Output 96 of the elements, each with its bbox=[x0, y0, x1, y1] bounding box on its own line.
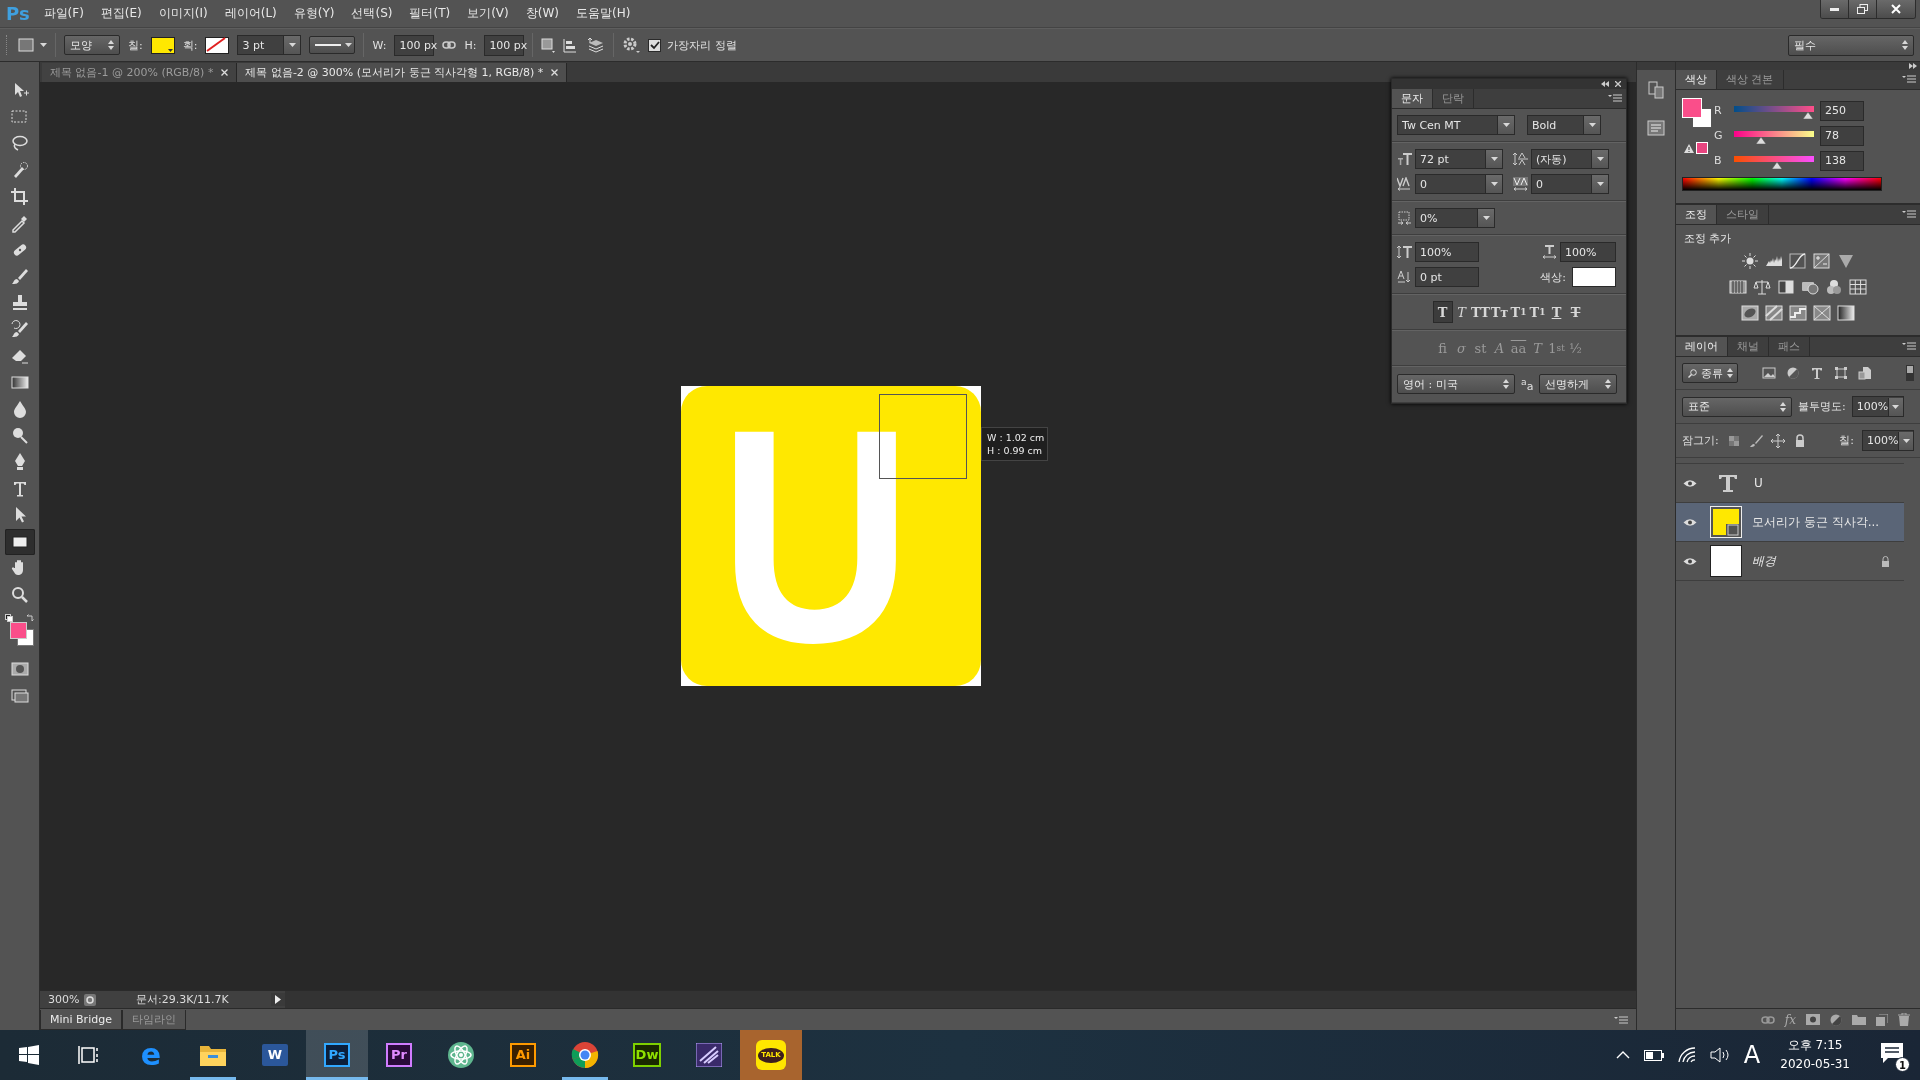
opacity-field[interactable]: 100% bbox=[1851, 396, 1904, 417]
edge-icon: e bbox=[140, 1040, 162, 1070]
zoom-field[interactable]: 300% bbox=[40, 993, 84, 1006]
menu-item[interactable]: 이미지(I) bbox=[158, 5, 208, 22]
leading-field[interactable]: (자동) bbox=[1531, 149, 1609, 169]
panel-tab[interactable]: 색상 견본 bbox=[1717, 70, 1784, 89]
fill-field[interactable]: 100% bbox=[1862, 430, 1914, 451]
document-info: 문서:29.3K/11.7K bbox=[136, 992, 230, 1007]
panel-tab[interactable]: 레이어 bbox=[1676, 337, 1728, 356]
menu-item[interactable]: 편집(E) bbox=[100, 5, 142, 22]
color-label: 색상: bbox=[1540, 269, 1566, 285]
taskbar-app-button[interactable]: Dw bbox=[616, 1030, 678, 1080]
canvas-text: U bbox=[719, 422, 913, 650]
vertical-scale-field[interactable]: 100% bbox=[1415, 242, 1479, 262]
layer-row[interactable]: 배경 bbox=[1676, 542, 1904, 581]
layer-filter-dropdown[interactable]: 종류 bbox=[1682, 363, 1738, 383]
type-style-button[interactable]: T bbox=[1432, 301, 1453, 323]
tooltip-text: H : 0.99 cm bbox=[987, 444, 1044, 457]
menu-item[interactable]: 필터(T) bbox=[409, 5, 451, 22]
type-style-button[interactable]: T bbox=[1546, 301, 1567, 323]
layer-name: U bbox=[1754, 476, 1763, 490]
input-method-indicator[interactable]: A bbox=[1743, 1041, 1761, 1069]
taskbar-app-button[interactable]: Pr bbox=[368, 1030, 430, 1080]
fill-label: 칠: bbox=[1839, 433, 1854, 448]
panel-tab[interactable]: 스타일 bbox=[1717, 205, 1769, 224]
premiere-icon: Pr bbox=[386, 1043, 412, 1067]
shape-mode-dropdown[interactable]: 모양 bbox=[64, 35, 120, 55]
panel-tab[interactable]: 조정 bbox=[1676, 205, 1717, 224]
stroke-width-field[interactable]: 3 pt bbox=[237, 35, 302, 55]
antialias-dropdown[interactable]: 선명하게 bbox=[1539, 374, 1618, 394]
adjustments-title: 조정 추가 bbox=[1683, 231, 1733, 247]
menu-item[interactable]: 도움말(H) bbox=[576, 5, 631, 22]
stroke-label: 획: bbox=[182, 37, 198, 53]
kerning-field[interactable]: 0 bbox=[1415, 174, 1503, 194]
menu-item[interactable]: 보기(V) bbox=[467, 5, 509, 22]
height-field[interactable]: 100 px bbox=[484, 34, 525, 56]
notification-badge: 1 bbox=[1895, 1057, 1910, 1072]
fill-label: 칠: bbox=[128, 37, 143, 53]
workspace-dropdown[interactable]: 필수 bbox=[1788, 34, 1914, 56]
menu-item[interactable]: 유형(Y) bbox=[293, 5, 335, 22]
app-logo: Ps bbox=[6, 3, 30, 24]
menu-item[interactable]: 선택(S) bbox=[351, 5, 393, 22]
panel-tab[interactable]: 색상 bbox=[1676, 70, 1717, 89]
language-dropdown[interactable]: 영어 : 미국 bbox=[1397, 374, 1515, 394]
layer-effects-button[interactable]: fx bbox=[1784, 1012, 1796, 1027]
type-style-button[interactable]: Tᴛ bbox=[1489, 301, 1510, 323]
channel-value-field[interactable]: 250 bbox=[1820, 100, 1864, 121]
width-field[interactable]: 100 px bbox=[394, 34, 435, 56]
menu-item[interactable]: 레이어(L) bbox=[224, 5, 277, 22]
type-style-button[interactable]: TT bbox=[1470, 301, 1491, 323]
blend-mode-dropdown[interactable]: 표준 bbox=[1682, 396, 1792, 417]
tracking-field[interactable]: 0 bbox=[1531, 174, 1609, 194]
menu-item[interactable]: 파일(F) bbox=[43, 5, 84, 22]
channel-value-field[interactable]: 138 bbox=[1820, 150, 1864, 171]
dreamweaver-icon: Dw bbox=[633, 1043, 661, 1067]
lock-label: 잠그기: bbox=[1682, 433, 1719, 448]
baseline-shift-field[interactable]: 0 pt bbox=[1415, 267, 1479, 287]
taskbar-app-button[interactable]: W bbox=[244, 1030, 306, 1080]
clock[interactable]: 오후 7:15 2020-05-31 bbox=[1780, 1036, 1850, 1074]
antialias-label: $^{a}$a bbox=[1521, 375, 1534, 393]
clock-time: 오후 7:15 bbox=[1787, 1037, 1843, 1054]
illustrator-icon: Ai bbox=[510, 1043, 536, 1067]
font-size-field[interactable]: 72 pt bbox=[1415, 149, 1503, 169]
document-tab[interactable]: 제목 없음-2 @ 300% (모서리가 둥근 직사각형 1, RGB/8) * bbox=[237, 63, 568, 82]
font-style-dropdown[interactable]: Bold bbox=[1527, 115, 1601, 135]
channel-value-field[interactable]: 78 bbox=[1820, 125, 1864, 146]
height-label: H: bbox=[464, 38, 477, 52]
layer-name: 모서리가 둥근 직사각... bbox=[1752, 513, 1880, 531]
layer-name: 배경 bbox=[1752, 552, 1776, 570]
horizontal-scale-field[interactable]: 100% bbox=[1560, 242, 1616, 262]
taskbar-app-button[interactable]: e bbox=[120, 1030, 182, 1080]
taskbar-app-button[interactable]: Ai bbox=[492, 1030, 554, 1080]
type-style-button[interactable]: T bbox=[1565, 301, 1586, 323]
tooltip-text: W : 1.02 cm bbox=[987, 431, 1046, 444]
tsume-field[interactable]: 0% bbox=[1415, 208, 1495, 228]
type-style-button[interactable]: T$^{1}$ bbox=[1508, 301, 1529, 323]
photoshop-icon: Ps bbox=[324, 1043, 350, 1067]
channel-label: R bbox=[1714, 104, 1723, 117]
panel-tab[interactable]: 단락 bbox=[1433, 89, 1474, 108]
layer-row[interactable]: 모서리가 둥근 직사각... bbox=[1676, 503, 1904, 542]
type-style-button[interactable]: T bbox=[1451, 301, 1472, 323]
channel-label: B bbox=[1714, 154, 1723, 167]
channel-label: G bbox=[1714, 129, 1724, 142]
panel-tab[interactable]: Mini Bridge bbox=[40, 1009, 122, 1030]
opacity-label: 불투명도: bbox=[1798, 399, 1846, 414]
menu-item[interactable]: 창(W) bbox=[525, 5, 559, 22]
panel-tab[interactable]: 문자 bbox=[1392, 89, 1433, 108]
document-tab[interactable]: 제목 없음-1 @ 200% (RGB/8) * bbox=[42, 63, 238, 82]
width-label: W: bbox=[372, 38, 387, 52]
align-edges-label: 가장자리 정렬 bbox=[667, 37, 737, 53]
panel-tab[interactable]: 채널 bbox=[1728, 337, 1769, 356]
panel-tab[interactable]: 패스 bbox=[1769, 337, 1810, 356]
taskbar-app-button[interactable]: Ps bbox=[306, 1030, 368, 1080]
word-icon: W bbox=[262, 1044, 288, 1066]
clock-date: 2020-05-31 bbox=[1780, 1056, 1850, 1073]
font-family-dropdown[interactable]: Tw Cen MT bbox=[1397, 115, 1515, 135]
